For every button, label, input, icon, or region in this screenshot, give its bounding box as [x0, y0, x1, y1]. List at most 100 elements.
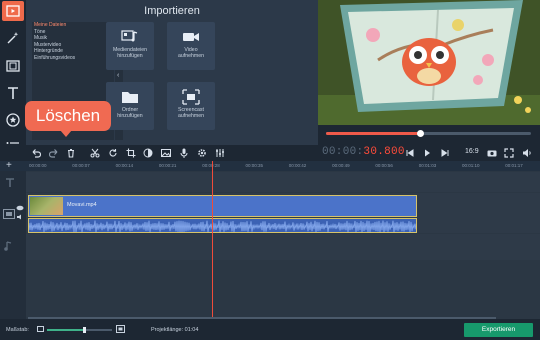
ruler-tick-label: 00:01:17: [505, 163, 523, 168]
microphone-icon: [180, 148, 188, 158]
clip-thumbnail: [30, 197, 63, 215]
filmstrip-icon: [6, 60, 20, 72]
rotate-button[interactable]: [107, 147, 119, 159]
record-video-button[interactable]: Video aufnehmen: [167, 22, 215, 70]
title-track-icon: [6, 178, 14, 187]
equalizer-button[interactable]: [214, 147, 226, 159]
image-button[interactable]: [160, 147, 172, 159]
ruler-tick-label: 00:01:10: [462, 163, 480, 168]
ruler-tick-label: 00:01:03: [418, 163, 437, 168]
text-icon: [8, 87, 18, 99]
tile-label: Ordner hinzufügen: [117, 107, 143, 119]
fullscreen-icon: [504, 148, 514, 158]
crop-icon: [126, 148, 136, 158]
music-note-icon: [4, 241, 12, 251]
timecode-display: 00:00:30.800: [322, 146, 405, 158]
video-clip[interactable]: Movavi.mp4: [28, 195, 417, 217]
add-track-icon[interactable]: +: [6, 160, 12, 171]
volume-button[interactable]: [521, 147, 533, 159]
tile-label: Mediendateien hinzufügen: [112, 47, 148, 59]
magic-wand-icon: [7, 32, 19, 44]
category-item-intro-videos[interactable]: Einführungsvideos: [32, 55, 114, 62]
tooltip-arrow: [60, 130, 72, 137]
contrast-icon: [143, 148, 153, 158]
zoom-fill: [47, 329, 83, 331]
redo-icon: [49, 149, 58, 158]
gear-icon: [198, 149, 206, 157]
preview-frame-image: [318, 0, 540, 125]
import-panel-title: Importieren: [144, 5, 200, 17]
play-icon: [425, 149, 430, 157]
equalizer-icon: [216, 149, 224, 157]
record-screencast-button[interactable]: Screencast aufnehmen: [167, 82, 215, 130]
transitions-tool-button[interactable]: [2, 56, 24, 76]
edit-toolbar: [0, 145, 540, 161]
scrub-track[interactable]: [326, 130, 531, 137]
playhead[interactable]: [212, 161, 213, 319]
delete-tooltip: Löschen: [25, 101, 111, 131]
movavi-editor-window: Importieren Meine Dateien Töne Musik Mus…: [0, 0, 540, 340]
play-button[interactable]: [421, 147, 433, 159]
ruler-tick-label: 00:00:35: [245, 163, 264, 168]
undo-button[interactable]: [30, 147, 42, 159]
previous-frame-button[interactable]: [404, 147, 416, 159]
video-track-icon: [3, 209, 15, 219]
clip-properties-button[interactable]: [196, 147, 208, 159]
ruler-tick-label: 00:00:14: [115, 163, 134, 168]
redo-button[interactable]: [48, 147, 60, 159]
mute-track-icon[interactable]: [16, 214, 24, 220]
ruler-tick-label: 00:00:00: [29, 163, 47, 168]
scale-label: Maßstab:: [6, 327, 29, 333]
star-badge-icon: [6, 113, 20, 127]
undo-icon: [32, 149, 41, 158]
zoom-handle[interactable]: [82, 327, 86, 333]
ruler-tick-label: 00:00:07: [72, 163, 90, 168]
stickers-tool-button[interactable]: [2, 110, 24, 130]
zoom-slider[interactable]: [47, 327, 112, 333]
zoom-in-icon[interactable]: [116, 325, 125, 333]
export-button[interactable]: Exportieren: [464, 323, 533, 337]
delete-button[interactable]: [65, 147, 77, 159]
color-adjust-button[interactable]: [142, 147, 154, 159]
scrub-handle[interactable]: [417, 130, 425, 137]
trash-icon: [68, 148, 74, 158]
snapshot-button[interactable]: [486, 147, 498, 159]
tile-label: Screencast aufnehmen: [178, 107, 204, 119]
audio-clip-waveform[interactable]: [28, 218, 417, 233]
waveform: [29, 220, 416, 232]
visibility-icon[interactable]: [16, 205, 24, 211]
video-preview: [318, 0, 540, 125]
cut-button[interactable]: [89, 147, 101, 159]
zoom-out-icon[interactable]: [37, 326, 44, 332]
ruler-tick-label: 00:00:49: [332, 163, 350, 168]
ruler-tick-label: 00:00:56: [375, 163, 393, 168]
ruler-tick-label: 00:00:42: [288, 163, 307, 168]
crop-button[interactable]: [125, 147, 137, 159]
add-folder-button[interactable]: Ordner hinzufügen: [106, 82, 154, 130]
scissors-icon: [90, 148, 100, 158]
timecode-prefix: 00:00:: [322, 146, 364, 158]
rotate-icon: [109, 149, 117, 157]
timeline-ruler[interactable]: 00:00:00 00:00:07 00:00:14 00:00:21 00:00:28…: [0, 161, 540, 171]
next-frame-button[interactable]: [439, 147, 451, 159]
film-icon: [6, 5, 20, 17]
media-files-icon: [121, 30, 138, 42]
folder-icon: [122, 92, 138, 103]
speaker-icon: [523, 149, 531, 157]
timecode-value: 30.800: [363, 146, 405, 158]
record-audio-button[interactable]: [178, 147, 190, 159]
aspect-ratio-button[interactable]: 16:9: [465, 148, 479, 155]
filters-tool-button[interactable]: [2, 28, 24, 48]
titles-tool-button[interactable]: [2, 83, 24, 103]
fullscreen-button[interactable]: [503, 147, 515, 159]
skip-forward-icon: [441, 149, 449, 157]
import-tool-button[interactable]: [2, 1, 24, 21]
clip-name: Movavi.mp4: [67, 202, 97, 208]
title-track[interactable]: [26, 172, 540, 192]
add-media-files-button[interactable]: Mediendateien hinzufügen: [106, 22, 154, 70]
audio-track[interactable]: [26, 234, 540, 260]
project-length-label: Projektlänge: 01:04: [151, 327, 199, 333]
ruler-tick-label: 00:00:21: [158, 163, 177, 168]
chevron-left-icon[interactable]: ‹: [117, 72, 119, 79]
playback-scrubber[interactable]: [318, 125, 540, 145]
